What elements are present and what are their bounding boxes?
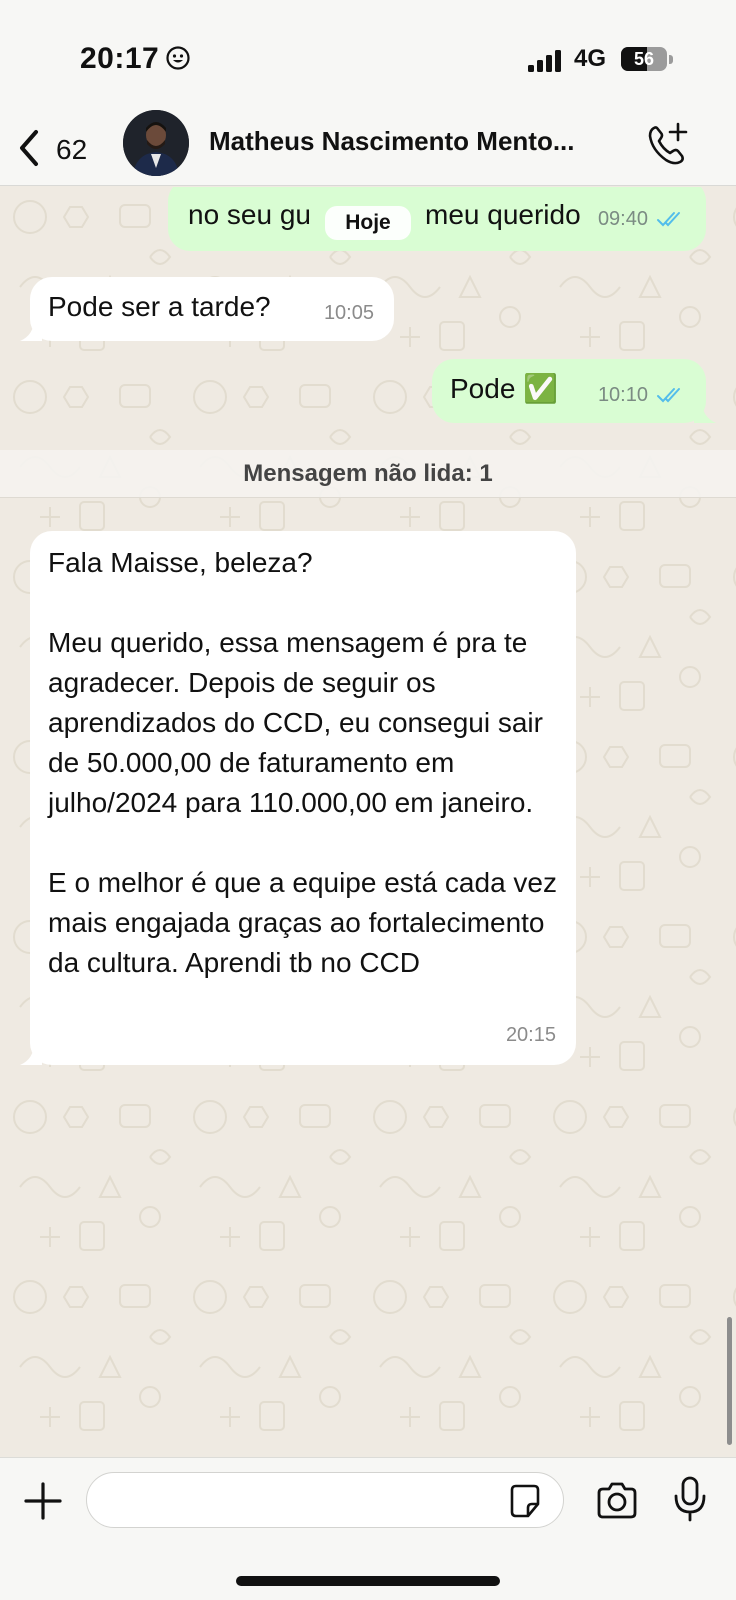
back-button[interactable]: 62: [14, 122, 104, 172]
avatar[interactable]: [123, 110, 189, 176]
smiley-icon: [166, 46, 190, 70]
unread-messages-divider: Mensagem não lida: 1: [0, 450, 736, 498]
message-meta: 09:40: [598, 199, 686, 239]
contact-photo: [123, 110, 189, 176]
message-bubble-incoming[interactable]: Fala Maisse, beleza? Meu querido, essa m…: [20, 531, 576, 1065]
bubble-tail: [20, 319, 42, 341]
home-indicator[interactable]: [236, 1576, 500, 1586]
message-bubble-incoming[interactable]: Pode ser a tarde? 10:05: [20, 277, 394, 341]
sticker-icon[interactable]: [506, 1482, 544, 1520]
message-text-continued: meu querido: [425, 199, 581, 230]
date-chip: Hoje: [325, 206, 411, 240]
scrollbar[interactable]: [727, 1317, 732, 1445]
message-time: 10:10: [597, 384, 648, 406]
unread-chats-count: 62: [56, 134, 88, 165]
plus-icon[interactable]: [20, 1478, 66, 1524]
contact-name[interactable]: Matheus Nascimento Mento...: [209, 126, 627, 157]
message-time: 20:15: [505, 1024, 556, 1046]
message-time: 10:05: [323, 302, 374, 324]
message-meta: 20:15: [506, 1015, 556, 1055]
chat-area[interactable]: no seu gu meu querido 09:40 Hoje Pode ser…: [0, 187, 736, 1457]
message-text: Fala Maisse, beleza? Meu querido, essa m…: [48, 547, 558, 978]
signal-strength-icon: [528, 50, 561, 72]
bubble-tail: [20, 1043, 42, 1065]
network-type: 4G: [574, 45, 607, 72]
camera-icon[interactable]: [594, 1478, 640, 1524]
battery-level: 56: [633, 48, 655, 69]
chevron-left-icon: [20, 130, 38, 166]
message-bubble-outgoing[interactable]: no seu gu meu querido 09:40: [168, 187, 706, 251]
message-bubble-outgoing[interactable]: Pode ✅ 10:10: [432, 359, 716, 423]
message-input[interactable]: [86, 1472, 564, 1528]
double-check-read-icon: [657, 212, 680, 227]
double-check-read-icon: [657, 388, 680, 403]
add-call-icon[interactable]: [644, 120, 692, 168]
message-composer: [0, 1457, 736, 1600]
message-meta: 10:10: [598, 375, 686, 415]
microphone-icon[interactable]: [670, 1474, 710, 1524]
status-bar: 20:17 4G 56: [0, 0, 736, 110]
battery-icon: 56: [621, 47, 667, 71]
message-meta: 10:05: [324, 293, 374, 333]
message-text: no seu gu: [188, 199, 311, 230]
status-time: 20:17: [80, 42, 160, 75]
chat-header: 62 Matheus Nascimento Mento...: [0, 110, 736, 186]
message-text: Pode ✅: [450, 373, 559, 404]
message-time: 09:40: [597, 208, 648, 230]
message-text: Pode ser a tarde?: [48, 291, 271, 322]
bubble-tail: [694, 401, 716, 423]
battery-tip: [669, 55, 673, 64]
